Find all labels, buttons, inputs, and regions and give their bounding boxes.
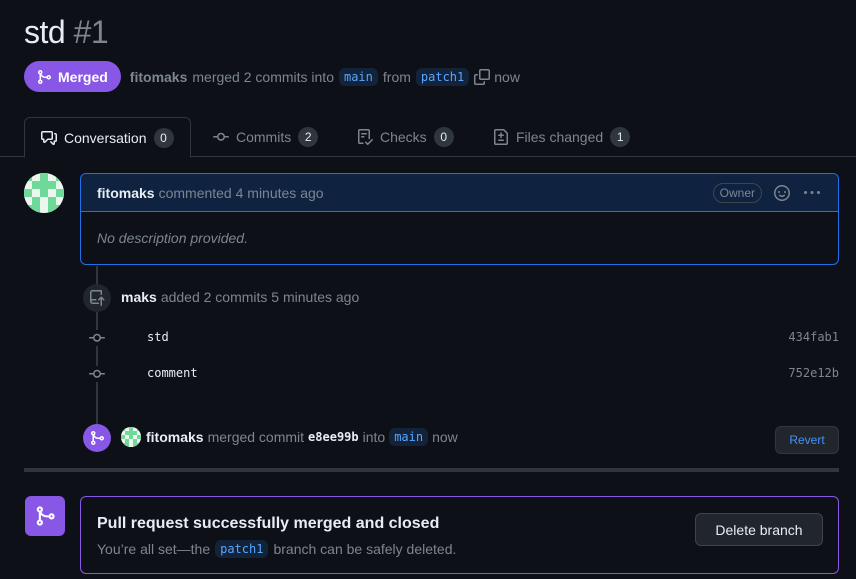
merge-event: fitomaks merged commit e8ee99b into main… [121,427,458,447]
git-commit-icon [89,366,105,382]
page-title: std #1 [24,14,109,51]
git-merge-icon [91,431,105,445]
git-merge-icon [38,69,52,84]
git-commit-icon [89,330,105,346]
push-author-link[interactable]: maks [121,289,157,305]
tab-checks[interactable]: Checks 0 [341,117,470,157]
merge-status-subtext: You’re all set—the patch1 branch can be … [97,540,456,558]
into-text: into [362,429,386,445]
merge-status-box: Pull request successfully merged and clo… [80,496,839,574]
merge-time: now [494,68,520,85]
owner-badge: Owner [712,183,762,203]
base-branch-label[interactable]: main [338,67,378,86]
merge-author-link[interactable]: fitomaks [146,429,204,445]
pr-tabs: Conversation 0 Commits 2 Checks 0 Files … [0,117,856,158]
commit-message-link[interactable]: comment [147,366,198,380]
comment-meta: commented 4 minutes ago [158,184,324,201]
comment-discussion-icon [41,130,57,145]
avatar[interactable] [121,427,141,447]
merge-base-branch[interactable]: main [389,428,429,446]
pr-merge-summary: fitomaks merged 2 commits into main from… [130,67,520,86]
tab-files-changed-count: 1 [610,127,631,147]
tab-files-changed[interactable]: Files changed 1 [477,117,646,157]
list-item: comment 752e12b [89,364,839,384]
head-branch-label[interactable]: patch1 [415,67,470,86]
push-event-badge [83,284,111,312]
merged-state-label: Merged [58,68,108,85]
merge-status-branch[interactable]: patch1 [215,540,269,558]
merge-event-badge [83,424,111,452]
tab-checks-count: 0 [433,127,454,147]
tab-files-changed-label: Files changed [516,129,604,145]
commit-sha-link[interactable]: 434fab1 [788,330,839,344]
tab-conversation-label: Conversation [64,129,147,146]
repo-push-icon [90,290,105,306]
merge-commit-sha-link[interactable]: e8ee99b [308,430,359,444]
pr-number: #1 [73,14,109,50]
commits-added-text: added 2 commits 5 minutes ago [160,289,360,305]
merge-status-sub-after: branch can be safely deleted. [273,541,457,557]
comment-header: fitomaks commented 4 minutes ago Owner [81,174,838,212]
comment-author-link[interactable]: fitomaks [97,185,155,201]
merge-event-time: now [432,429,458,445]
commit-sha-link[interactable]: 752e12b [788,366,839,380]
timeline-divider [24,468,839,472]
file-diff-icon [494,129,508,145]
smiley-icon[interactable] [774,185,790,201]
commits-added-event: maks added 2 commits 5 minutes ago [121,289,359,305]
merge-summary-text: merged 2 commits into [192,68,334,85]
merge-status-heading: Pull request successfully merged and clo… [97,515,440,532]
checklist-icon [358,129,373,145]
merged-state-badge: Merged [24,61,121,92]
pr-state-row: Merged fitomaks merged 2 commits into ma… [24,61,520,92]
pr-author-link[interactable]: fitomaks [130,69,188,85]
tab-commits-label: Commits [236,129,292,145]
comment-box: fitomaks commented 4 minutes ago Owner N… [80,173,839,265]
comment-body: No description provided. [97,230,248,246]
git-merge-icon [36,506,55,526]
tab-checks-label: Checks [380,129,427,145]
delete-branch-button[interactable]: Delete branch [695,513,823,546]
tab-commits-count: 2 [298,127,319,147]
merge-status-badge [25,496,65,536]
tab-commits[interactable]: Commits 2 [197,117,334,157]
merge-status-sub-before: You’re all set—the [97,541,211,557]
kebab-horizontal-icon[interactable] [804,185,820,201]
tab-conversation-count: 0 [153,127,174,148]
tab-conversation[interactable]: Conversation 0 [24,117,191,158]
from-text: from [382,68,411,85]
revert-button[interactable]: Revert [775,426,839,454]
list-item: std 434fab1 [89,328,839,348]
commit-message-link[interactable]: std [147,330,169,344]
pr-title: std [24,14,66,50]
copy-icon[interactable] [474,68,491,85]
git-commit-icon [213,132,229,141]
avatar[interactable] [24,173,64,213]
merge-event-text: merged commit [207,429,305,445]
